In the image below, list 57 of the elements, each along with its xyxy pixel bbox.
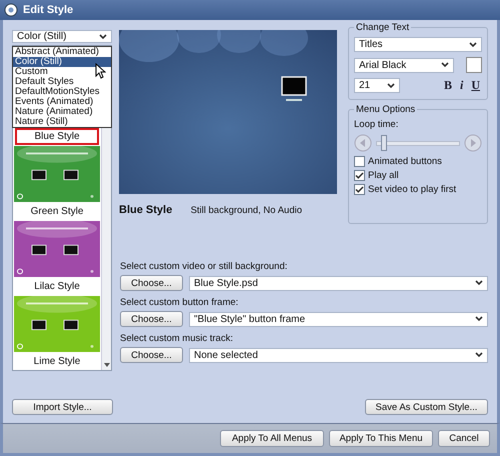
text-target-dropdown[interactable]: Titles	[354, 37, 482, 52]
color-swatch[interactable]	[466, 57, 482, 73]
import-style-button[interactable]: Import Style...	[12, 399, 113, 415]
source-dropdown[interactable]: None selected	[189, 348, 488, 362]
footer-button[interactable]: Apply To All Menus	[220, 430, 324, 447]
dropdown-option[interactable]: Events (Animated)	[13, 97, 111, 107]
loop-time-label: Loop time:	[354, 119, 400, 130]
source-label: Select custom video or still background:	[120, 261, 288, 272]
style-name[interactable]: Blue Style	[15, 128, 99, 145]
checkbox-label: Play all	[368, 170, 399, 181]
style-name[interactable]: Green Style	[15, 203, 99, 220]
slider-thumb[interactable]	[381, 134, 388, 150]
window-title: Edit Style	[23, 4, 74, 16]
italic-button[interactable]: i	[458, 78, 466, 93]
chevron-icon	[475, 280, 483, 286]
category-dropdown[interactable]: Color (Still)	[12, 30, 112, 43]
source-dropdown[interactable]: Blue Style.psd	[189, 276, 488, 290]
cursor-icon	[95, 63, 106, 79]
size-dropdown[interactable]: 21	[354, 78, 400, 93]
app-icon	[4, 3, 18, 17]
chevron-icon	[469, 42, 477, 48]
style-name[interactable]: Lilac Style	[15, 278, 99, 295]
footer-button[interactable]: Apply To This Menu	[329, 430, 433, 447]
chevron-icon	[387, 82, 395, 88]
style-title: Blue Style	[119, 204, 172, 216]
scroll-down-icon[interactable]	[104, 363, 110, 367]
dropdown-option[interactable]: Custom	[13, 67, 111, 77]
bold-button[interactable]: B	[442, 78, 454, 93]
dropdown-option[interactable]: Abstract (Animated)	[13, 47, 111, 57]
save-custom-style-button[interactable]: Save As Custom Style...	[365, 399, 488, 415]
dropdown-option[interactable]: Default Styles	[13, 77, 111, 87]
checkbox[interactable]	[354, 156, 365, 167]
group-title: Menu Options	[355, 104, 416, 115]
choose-button[interactable]: Choose...	[120, 347, 183, 363]
checkbox-label: Set video to play first	[368, 184, 456, 195]
source-label: Select custom music track:	[120, 333, 234, 344]
footer-button[interactable]: Cancel	[438, 430, 490, 447]
checkbox[interactable]	[354, 170, 365, 181]
dropdown-option[interactable]: Color (Still)	[13, 57, 111, 67]
dropdown-option[interactable]: Nature (Animated)	[13, 107, 111, 117]
source-dropdown[interactable]: "Blue Style" button frame	[189, 312, 488, 326]
dropdown-option[interactable]: DefaultMotionStyles	[13, 87, 111, 97]
style-description: Still background, No Audio	[190, 204, 302, 216]
underline-button[interactable]: U	[469, 78, 482, 93]
source-label: Select custom button frame:	[120, 297, 240, 308]
dropdown-option[interactable]: Nature (Still)	[13, 117, 111, 127]
chevron-icon	[475, 352, 483, 358]
group-title: Change Text	[355, 22, 410, 33]
checkbox[interactable]	[354, 184, 365, 195]
font-dropdown[interactable]: Arial Black	[354, 58, 454, 72]
checkbox-label: Animated buttons	[368, 156, 442, 167]
choose-button[interactable]: Choose...	[120, 311, 183, 327]
chevron-icon	[441, 62, 449, 68]
style-name[interactable]: Lime Style	[15, 353, 99, 370]
chevron-icon	[475, 316, 483, 322]
chevron-icon	[99, 34, 107, 40]
choose-button[interactable]: Choose...	[120, 275, 183, 291]
